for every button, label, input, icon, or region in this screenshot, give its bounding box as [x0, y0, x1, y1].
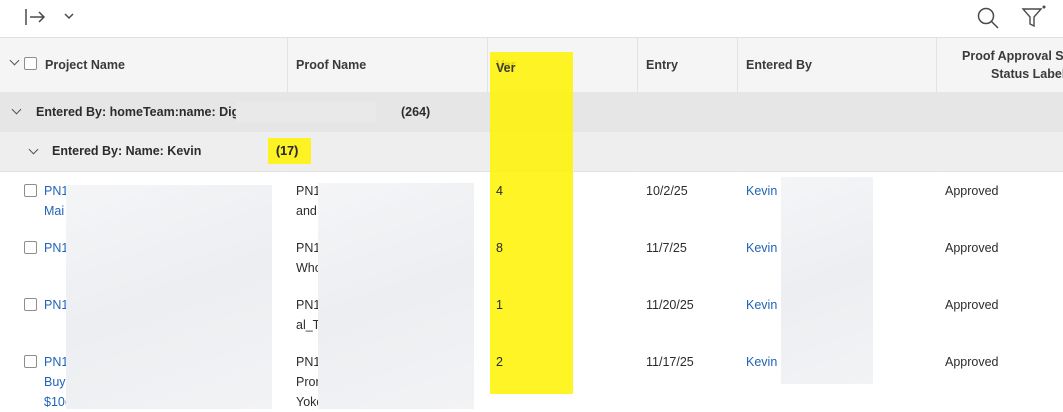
expand-all-chevron-icon[interactable] — [9, 55, 20, 66]
entered-by-link[interactable]: Kevin — [746, 181, 777, 201]
row-checkbox[interactable] — [24, 355, 37, 368]
redacted-area — [318, 183, 474, 409]
column-header-proof-name[interactable]: Proof Name — [296, 38, 486, 92]
ver-column-highlight — [490, 52, 573, 394]
entry-date: 10/2/25 — [646, 184, 688, 198]
column-header-entry[interactable]: Entry — [646, 38, 731, 92]
export-arrow-icon[interactable] — [24, 7, 48, 27]
version-overlay: 2 — [496, 355, 503, 369]
approval-status: Approved — [945, 241, 999, 255]
filter-icon[interactable] — [1020, 4, 1048, 30]
approval-status: Approved — [945, 184, 999, 198]
column-header-entered-by[interactable]: Entered By — [746, 38, 926, 92]
proof-name: PN1 al_T — [296, 298, 321, 332]
redacted-area — [66, 185, 272, 409]
group-count: (264) — [401, 105, 431, 119]
project-name-link[interactable]: PN1 — [44, 238, 68, 258]
toolbar — [0, 0, 1063, 38]
version-overlay: 4 — [496, 184, 503, 198]
entry-date: 11/17/25 — [646, 355, 694, 369]
group-label: Entered By: homeTeam:name: Dig — [36, 105, 240, 119]
entered-by-link[interactable]: Kevin — [746, 295, 777, 315]
row-checkbox[interactable] — [24, 241, 37, 254]
ver-header-overlay: Ver — [496, 61, 516, 75]
subgroup-label: Entered By: Name: Kevin — [52, 144, 202, 158]
column-header-proof-approval-status[interactable]: Proof Approval Sta Status Label — [945, 38, 1063, 92]
proof-name: PN1 and — [296, 184, 321, 218]
column-header-project-name[interactable]: Project Name — [45, 38, 285, 92]
entered-by-link[interactable]: Kevin — [746, 238, 777, 258]
group-collapse-chevron-icon[interactable] — [28, 144, 39, 155]
row-checkbox[interactable] — [24, 298, 37, 311]
approval-status: Approved — [945, 298, 999, 312]
redacted-area — [781, 177, 873, 384]
subgroup-count-overlay: (17) — [276, 144, 299, 158]
chevron-down-icon[interactable] — [63, 11, 75, 21]
entry-date: 11/7/25 — [646, 241, 687, 255]
version-overlay: 8 — [496, 241, 503, 255]
project-name-link[interactable]: PN1 — [44, 295, 68, 315]
select-all-checkbox[interactable] — [24, 57, 37, 70]
approval-status: Approved — [945, 355, 999, 369]
project-name-link[interactable]: PN1 Mai — [44, 181, 68, 221]
version-overlay: 1 — [496, 298, 503, 312]
group-collapse-chevron-icon[interactable] — [11, 104, 22, 115]
entered-by-link[interactable]: Kevin — [746, 352, 777, 372]
search-icon[interactable] — [976, 6, 1000, 30]
entry-date: 11/20/25 — [646, 298, 694, 312]
row-checkbox[interactable] — [24, 184, 37, 197]
